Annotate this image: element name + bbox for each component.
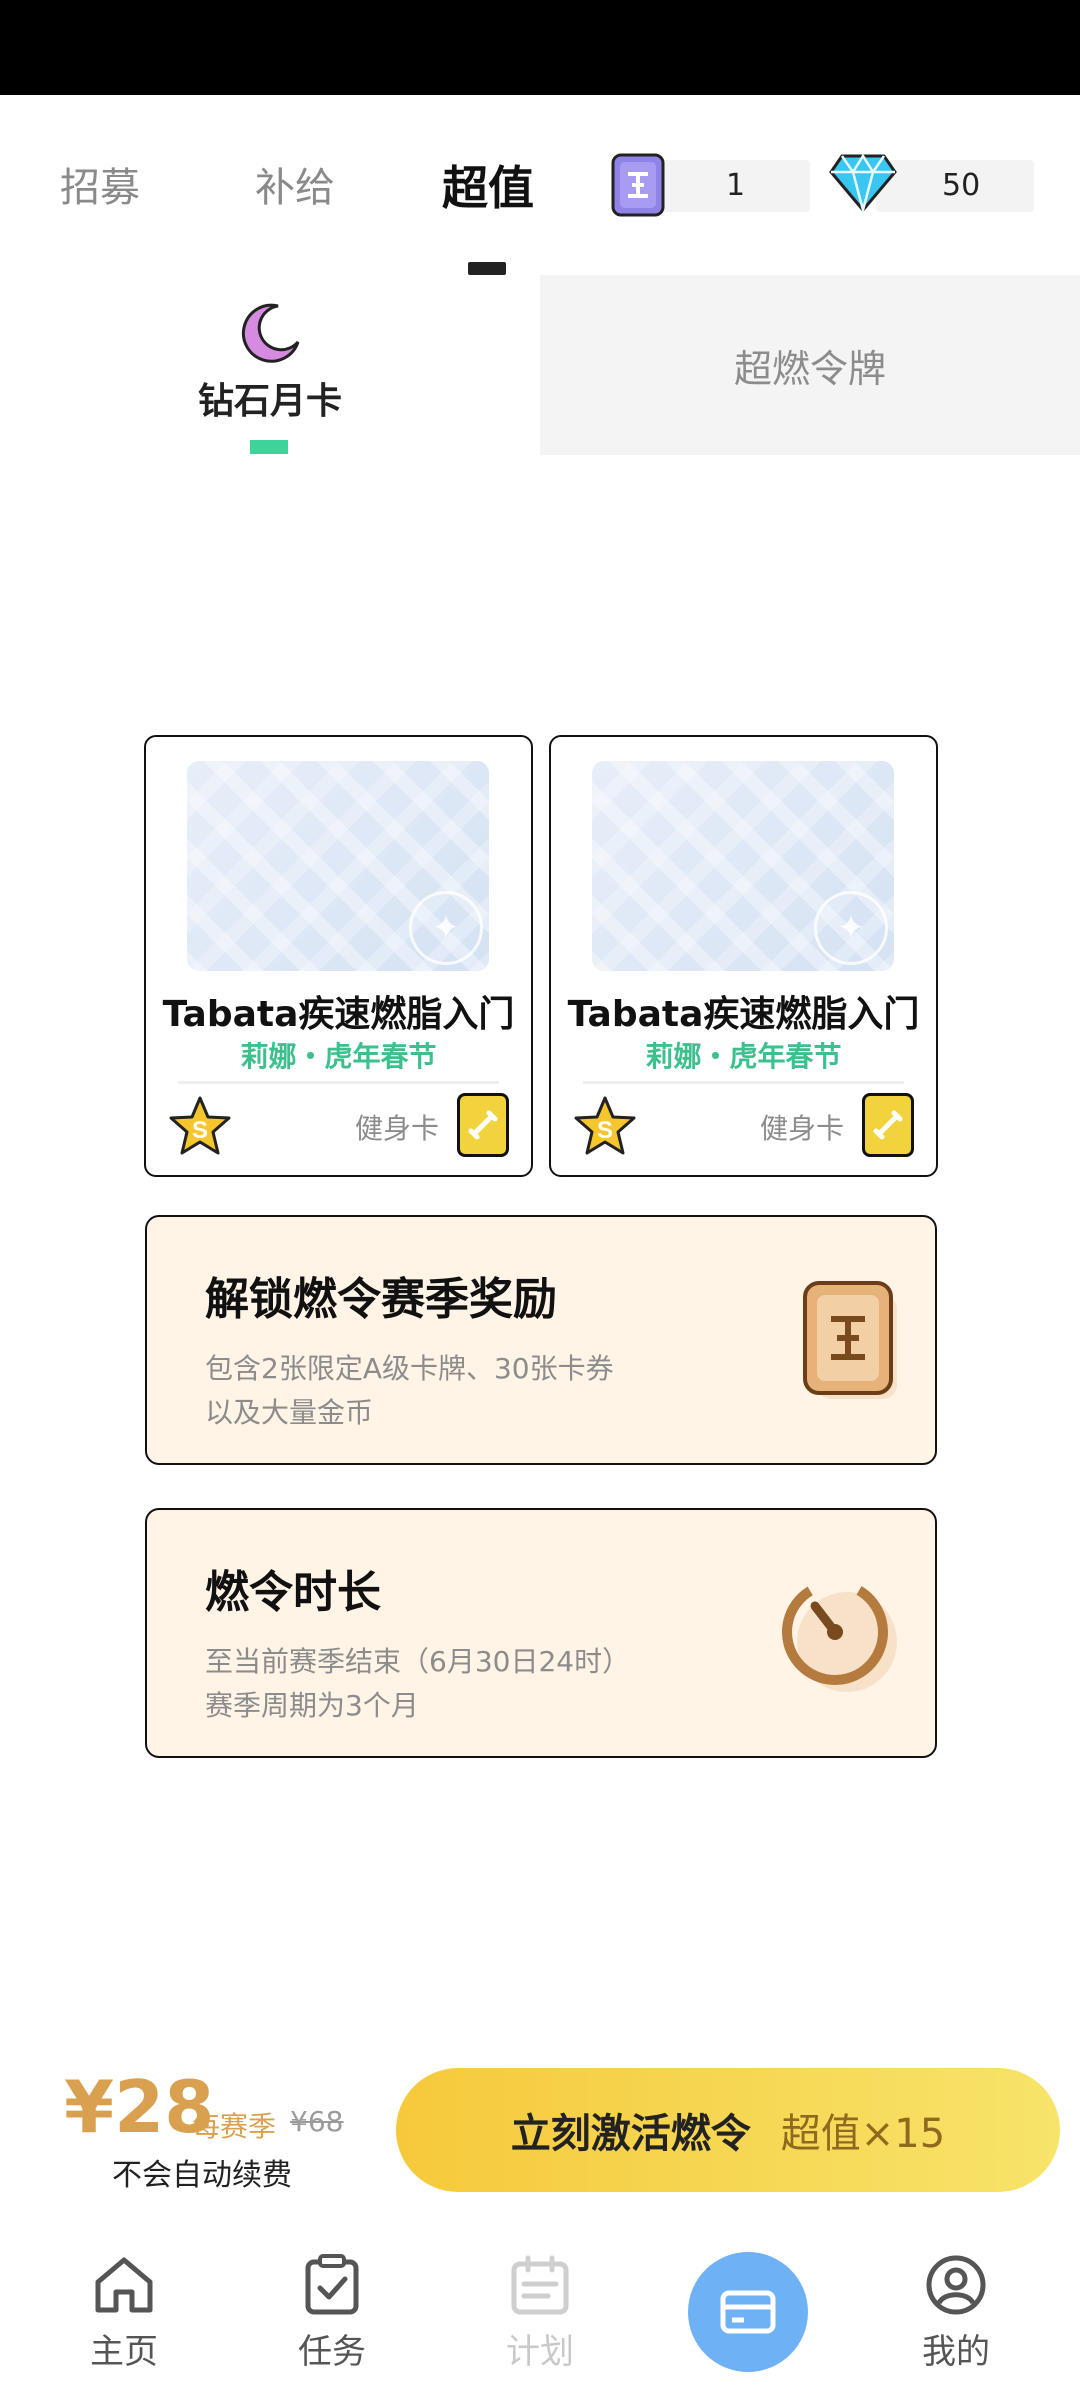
nav-card-button[interactable]	[688, 2252, 808, 2372]
profile-icon	[926, 2255, 986, 2315]
nav-label: 计划	[506, 2332, 574, 2372]
original-price: ¥68	[290, 2105, 344, 2138]
nav-home[interactable]: 主页	[64, 2254, 184, 2373]
star-rank-icon: S	[168, 1095, 232, 1161]
card-divider	[583, 1081, 904, 1084]
task-check-icon	[305, 2254, 359, 2315]
subtab-indicator	[250, 440, 288, 454]
card-subtitle: 莉娜・虎年春节	[240, 1040, 437, 1073]
status-bar	[0, 0, 1080, 95]
reward-card[interactable]: ✦ Tabata疾速燃脂入门 莉娜・虎年春节 S 健身卡	[549, 735, 938, 1177]
moon-icon	[236, 300, 304, 372]
season-reward-box: 解锁燃令赛季奖励 包含2张限定A级卡牌、30张卡券 以及大量金币	[145, 1215, 937, 1465]
nav-profile[interactable]: 我的	[896, 2254, 1016, 2373]
tab-supply[interactable]: 补给	[255, 155, 335, 213]
token-icon	[610, 152, 666, 222]
info-title: 解锁燃令赛季奖励	[205, 1274, 557, 1325]
info-line: 赛季周期为3个月	[205, 1689, 419, 1722]
card-title: Tabata疾速燃脂入门	[567, 994, 920, 1035]
nav-label: 我的	[922, 2332, 990, 2372]
subtab-diamond-monthly-label: 钻石月卡	[197, 381, 342, 422]
nav-label: 任务	[298, 2332, 366, 2372]
card-thumbnail: ✦	[592, 761, 894, 971]
diamond-badge-icon: ✦	[409, 891, 483, 965]
home-icon	[95, 2257, 153, 2313]
tab-value[interactable]: 超值	[442, 152, 534, 218]
card-kind: 健身卡	[354, 1112, 439, 1145]
info-line: 至当前赛季结束（6月30日24时）	[205, 1645, 631, 1678]
calendar-icon	[511, 2255, 569, 2315]
svg-text:S: S	[597, 1117, 613, 1144]
card-subtitle: 莉娜・虎年春节	[645, 1040, 842, 1073]
diamond-icon	[828, 152, 898, 218]
nav-plan[interactable]: 计划	[480, 2254, 600, 2373]
nav-tasks[interactable]: 任务	[272, 2254, 392, 2373]
activate-button-value: 超值×15	[780, 2111, 946, 2157]
dumbbell-icon	[457, 1093, 509, 1157]
card-thumbnail: ✦	[187, 761, 489, 971]
reward-card[interactable]: ✦ Tabata疾速燃脂入门 莉娜・虎年春节 S 健身卡	[144, 735, 533, 1177]
token-card-icon	[795, 1277, 905, 1411]
star-rank-icon: S	[573, 1095, 637, 1161]
info-title: 燃令时长	[205, 1567, 381, 1618]
active-tab-indicator	[468, 262, 506, 275]
card-divider	[178, 1081, 499, 1084]
card-kind: 健身卡	[759, 1112, 844, 1145]
card-icon	[720, 2290, 776, 2334]
timer-icon	[775, 1570, 905, 1704]
tab-recruit[interactable]: 招募	[60, 155, 140, 213]
activate-button-label: 立刻激活燃令	[510, 2111, 751, 2157]
nav-label: 主页	[90, 2332, 158, 2372]
subtab-burn-token-label: 超燃令牌	[733, 346, 886, 391]
activate-button[interactable]: 立刻激活燃令 超值×15	[396, 2068, 1060, 2192]
diamond-count: 50	[942, 168, 981, 203]
info-line: 包含2张限定A级卡牌、30张卡券	[205, 1352, 614, 1385]
info-line: 以及大量金币	[205, 1396, 374, 1429]
no-auto-renew-note: 不会自动续费	[112, 2158, 292, 2193]
svg-text:S: S	[192, 1117, 208, 1144]
burn-duration-box: 燃令时长 至当前赛季结束（6月30日24时） 赛季周期为3个月	[145, 1508, 937, 1758]
token-count: 1	[726, 168, 746, 203]
token-balance: 1	[660, 160, 810, 212]
bottom-nav: 主页 任务 计划 我的	[0, 2218, 1080, 2400]
dumbbell-icon	[862, 1093, 914, 1157]
subtab-burn-token[interactable]: 超燃令牌	[540, 275, 1080, 455]
diamond-badge-icon: ✦	[814, 891, 888, 965]
card-title: Tabata疾速燃脂入门	[162, 994, 515, 1035]
price-period: 每赛季	[192, 2110, 277, 2143]
diamond-balance: 50	[876, 160, 1034, 212]
